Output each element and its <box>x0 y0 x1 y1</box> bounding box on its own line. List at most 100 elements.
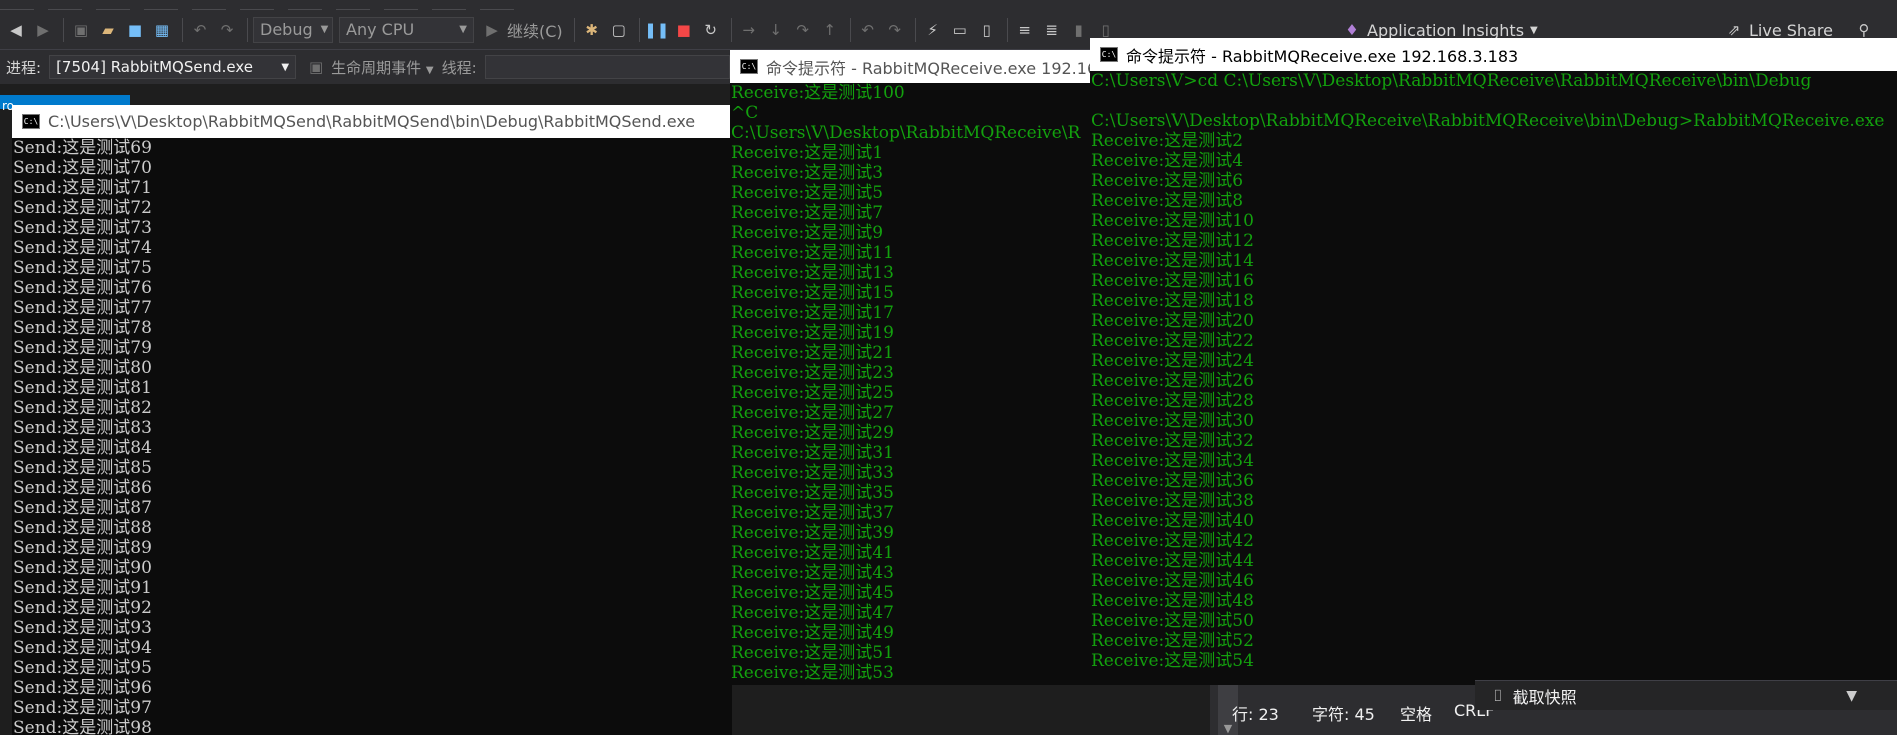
window-icon[interactable]: ▭ <box>948 18 972 42</box>
console-line: Receive:这是测试47 <box>731 603 894 623</box>
console-line: Send:这是测试80 <box>13 358 152 378</box>
console-line: Receive:这是测试15 <box>731 283 894 303</box>
console-line: Receive:这是测试50 <box>1091 611 1254 631</box>
console-line: Receive:这是测试51 <box>731 643 894 663</box>
line-indicator[interactable]: 行: 23 <box>1232 701 1279 725</box>
send-window-titlebar[interactable]: C:\ C:\Users\V\Desktop\RabbitMQSend\Rabb… <box>12 105 732 138</box>
receive-console-window-2[interactable]: C:\ 命令提示符 - RabbitMQReceive.exe 192.168.… <box>1090 38 1897 685</box>
console-line: Send:这是测试76 <box>13 278 152 298</box>
forward-icon[interactable]: ▶ <box>31 18 55 42</box>
console-line: Receive:这是测试48 <box>1091 591 1254 611</box>
lifecycle-icon[interactable]: ▣ <box>304 55 328 79</box>
indent-indicator[interactable]: 空格 <box>1400 701 1432 725</box>
console-line: Receive:这是测试36 <box>1091 471 1254 491</box>
console-line: Receive:这是测试28 <box>1091 391 1254 411</box>
console-line: Receive:这是测试18 <box>1091 291 1254 311</box>
take-snapshot-button[interactable]: 截取快照 <box>1513 684 1577 708</box>
window-split-icon[interactable]: ▯ <box>975 18 999 42</box>
console-line: ^C <box>731 103 759 123</box>
column-indicator[interactable]: 字符: 45 <box>1312 701 1375 725</box>
console-line: Send:这是测试78 <box>13 318 152 338</box>
step-into-icon[interactable]: ↓ <box>764 18 788 42</box>
receive2-window-titlebar[interactable]: C:\ 命令提示符 - RabbitMQReceive.exe 192.168.… <box>1090 38 1897 71</box>
console-line: Receive:这是测试7 <box>731 203 884 223</box>
uncomment-icon[interactable]: ≣ <box>1040 18 1064 42</box>
console-line: Receive:这是测试22 <box>1091 331 1254 351</box>
console-line: Receive:这是测试27 <box>731 403 894 423</box>
undo-icon[interactable]: ↶ <box>188 18 212 42</box>
console-line: Send:这是测试87 <box>13 498 152 518</box>
console-output: Send:这是测试69 Send:这是测试70 Send:这是测试71 Send:这是… <box>12 138 732 735</box>
step-out-icon[interactable]: ↑ <box>818 18 842 42</box>
console-line: Receive:这是测试3 <box>731 163 884 183</box>
process-select[interactable]: [7504] RabbitMQSend.exe ▼ <box>49 55 297 79</box>
console-line: Receive:这是测试21 <box>731 343 894 363</box>
nav-forward-icon[interactable]: ↷ <box>883 18 907 42</box>
chevron-down-icon: ▼ <box>459 24 467 35</box>
chevron-down-icon: ▼ <box>320 24 329 35</box>
console-line: Send:这是测试84 <box>13 438 152 458</box>
console-line: Send:这是测试90 <box>13 558 152 578</box>
console-icon: C:\ <box>740 59 758 74</box>
continue-button[interactable]: 继续(C) <box>507 18 563 42</box>
hotreload-icon[interactable]: ⚡ <box>921 18 945 42</box>
pause-icon[interactable]: ❚❚ <box>644 18 669 42</box>
console-line: Send:这是测试95 <box>13 658 152 678</box>
config-select[interactable]: Debug ▼ <box>253 16 333 43</box>
stop-icon[interactable]: ■ <box>672 18 696 42</box>
console-line: Send:这是测试74 <box>13 238 152 258</box>
app-icon[interactable]: ▢ <box>607 18 631 42</box>
redo-icon[interactable]: ↷ <box>215 18 239 42</box>
console-line: Receive:这是测试25 <box>731 383 894 403</box>
bookmark-icon[interactable]: ▮ <box>1067 18 1091 42</box>
console-icon: C:\ <box>22 114 40 129</box>
step-arrow-icon[interactable]: → <box>737 18 761 42</box>
console-line: Send:这是测试92 <box>13 598 152 618</box>
console-line: Send:这是测试73 <box>13 218 152 238</box>
console-line: Receive:这是测试16 <box>1091 271 1254 291</box>
console-line: Send:这是测试96 <box>13 678 152 698</box>
camera-icon: ⌷ <box>1493 685 1503 705</box>
new-project-icon[interactable]: ▣ <box>69 18 93 42</box>
console-line: Receive:这是测试4 <box>1091 151 1244 171</box>
lifecycle-events-button[interactable]: 生命周期事件 ▼ <box>331 57 434 78</box>
console-line: Receive:这是测试20 <box>1091 311 1254 331</box>
window-title: C:\Users\V\Desktop\RabbitMQSend\RabbitMQ… <box>48 112 696 131</box>
comment-icon[interactable]: ≡ <box>1013 18 1037 42</box>
save-all-icon[interactable]: ▦ <box>150 18 174 42</box>
console-line: Send:这是测试89 <box>13 538 152 558</box>
receive1-window-titlebar[interactable]: C:\ 命令提示符 - RabbitMQReceive.exe 192.168. <box>730 50 1095 83</box>
console-line: Send:这是测试97 <box>13 698 152 718</box>
nav-back-icon[interactable]: ↶ <box>856 18 880 42</box>
thread-label: 线程: <box>441 58 477 77</box>
restart-icon[interactable]: ↻ <box>699 18 723 42</box>
console-line: Receive:这是测试29 <box>731 423 894 443</box>
console-line: Send:这是测试85 <box>13 458 152 478</box>
console-line: Send:这是测试75 <box>13 258 152 278</box>
open-folder-icon[interactable]: ▰ <box>96 18 120 42</box>
send-console-window[interactable]: C:\ C:\Users\V\Desktop\RabbitMQSend\Rabb… <box>12 105 732 735</box>
chevron-down-icon[interactable]: ▼ <box>1846 688 1857 704</box>
console-output: C:\Users\V>cd C:\Users\V\Desktop\RabbitM… <box>1090 71 1897 685</box>
console-line: Receive:这是测试100 <box>731 83 905 103</box>
console-line: Receive:这是测试37 <box>731 503 894 523</box>
console-line: Receive:这是测试6 <box>1091 171 1244 191</box>
console-line: C:\Users\V\Desktop\RabbitMQReceive\R <box>731 123 1081 143</box>
thread-select[interactable] <box>484 55 730 79</box>
back-icon[interactable]: ◀ <box>4 18 28 42</box>
receive-console-window-1[interactable]: C:\ 命令提示符 - RabbitMQReceive.exe 192.168.… <box>730 50 1095 685</box>
console-line: Receive:这是测试46 <box>1091 571 1254 591</box>
platform-select[interactable]: Any CPU ▼ <box>339 16 474 43</box>
console-line: Send:这是测试83 <box>13 418 152 438</box>
console-line: Receive:这是测试33 <box>731 463 894 483</box>
console-line: Send:这是测试91 <box>13 578 152 598</box>
desktop: ◀ ▶ ▣ ▰ ■ ▦ ↶ ↷ Debug ▼ Any CPU ▼ ▶ 继续(C) … <box>0 0 1897 735</box>
save-icon[interactable]: ■ <box>123 18 147 42</box>
console-line: Receive:这是测试2 <box>1091 131 1244 151</box>
play-icon[interactable]: ▶ <box>480 18 504 42</box>
console-line: Receive:这是测试5 <box>731 183 884 203</box>
console-line: Receive:这是测试38 <box>1091 491 1254 511</box>
find-icon[interactable]: ✱ <box>580 18 604 42</box>
step-over-icon[interactable]: ↷ <box>791 18 815 42</box>
